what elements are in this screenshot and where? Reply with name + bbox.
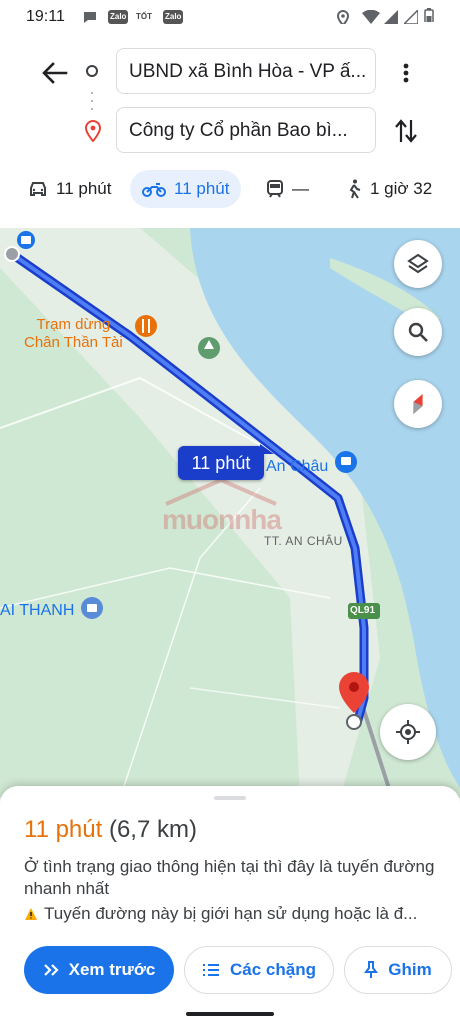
route-description: Ở tình trạng giao thông hiện tại thì đây…	[24, 857, 435, 898]
origin-input[interactable]: UBND xã Bình Hòa - VP ấ...	[116, 48, 376, 94]
destination-pin-icon	[84, 120, 102, 142]
poi-an-chau-label[interactable]: An Châu	[266, 458, 328, 476]
compass-button[interactable]	[394, 380, 442, 428]
my-location-icon	[396, 720, 420, 744]
list-icon	[203, 964, 219, 976]
status-bar: 19:11 Zalo TỐT Zalo	[0, 0, 460, 36]
message-icon	[84, 12, 96, 23]
route-warning[interactable]: Tuyến đường này bị giới hạn sử dụng hoặc…	[24, 904, 417, 924]
map-view[interactable]: Trạm dừng Chân Thần Tài An Châu TT. AN C…	[0, 228, 460, 798]
tab-motorbike-label: 11 phút	[174, 179, 230, 198]
tab-walk[interactable]: 1 giờ 32	[346, 170, 432, 208]
layers-button[interactable]	[394, 240, 442, 288]
tab-motorbike[interactable]: 11 phút	[130, 170, 242, 208]
road-sign-label: QL91	[350, 605, 376, 616]
poi-thanh-label[interactable]: AI THANH	[0, 602, 74, 620]
compass-icon	[413, 394, 423, 414]
town-label: TT. AN CHÂU	[264, 534, 343, 548]
tab-transit-label: —	[292, 179, 309, 198]
route-warning-text: Tuyến đường này bị giới hạn sử dụng hoặc…	[44, 904, 418, 923]
pin-button-label: Ghim	[388, 960, 432, 979]
car-icon	[30, 182, 46, 196]
zalo-app-icon: Zalo	[108, 10, 129, 24]
route-duration-badge[interactable]: 11 phút	[178, 444, 274, 480]
route-summary: 11 phút (6,7 km)	[24, 816, 197, 844]
my-location-button[interactable]	[380, 704, 436, 760]
layers-icon	[407, 253, 429, 274]
back-arrow-icon[interactable]	[36, 58, 72, 88]
status-time: 19:11	[26, 8, 65, 25]
more-options-icon[interactable]	[394, 58, 418, 88]
tab-walk-label: 1 giờ 32	[370, 179, 433, 198]
poi-food-label[interactable]: Trạm dừng Chân Thần Tài	[24, 316, 123, 352]
tot-app-icon: TỐT	[134, 10, 154, 24]
preview-button-label: Xem trước	[68, 960, 156, 979]
pin-icon	[364, 961, 379, 978]
tab-car-label: 11 phút	[56, 179, 112, 198]
zalo-app-icon-2: Zalo	[163, 10, 184, 24]
signal-icon-2	[404, 10, 418, 24]
destination-input[interactable]: Công ty Cổ phần Bao bì...	[116, 107, 376, 153]
warning-icon	[25, 908, 37, 920]
watermark: muonnha	[162, 504, 282, 535]
steps-button[interactable]: Các chặng	[184, 946, 334, 994]
location-icon	[336, 10, 350, 24]
preview-button[interactable]: Xem trước	[24, 946, 174, 994]
sheet-drag-handle[interactable]	[214, 796, 246, 800]
gesture-nav-bar[interactable]	[186, 1012, 274, 1016]
walk-icon	[349, 179, 361, 199]
route-dots-icon	[91, 92, 93, 110]
signal-icon	[384, 10, 398, 24]
route-distance: (6,7 km)	[108, 816, 197, 843]
search-icon	[408, 322, 428, 342]
pin-button[interactable]: Ghim	[344, 946, 452, 994]
motorbike-icon	[142, 183, 166, 197]
wifi-icon	[362, 10, 380, 24]
tab-transit[interactable]: —	[266, 170, 309, 208]
route-bottom-sheet[interactable]: 11 phút (6,7 km) Ở tình trạng giao thông…	[0, 786, 460, 1024]
route-duration: 11 phút	[24, 816, 103, 843]
tab-car[interactable]: 11 phút	[28, 170, 111, 208]
steps-button-label: Các chặng	[230, 960, 316, 979]
map-search-button[interactable]	[394, 308, 442, 356]
swap-icon[interactable]	[392, 116, 420, 146]
transit-icon	[267, 180, 283, 198]
origin-dot-icon	[86, 65, 98, 77]
battery-icon	[424, 8, 434, 22]
double-chevron-icon	[43, 964, 59, 976]
